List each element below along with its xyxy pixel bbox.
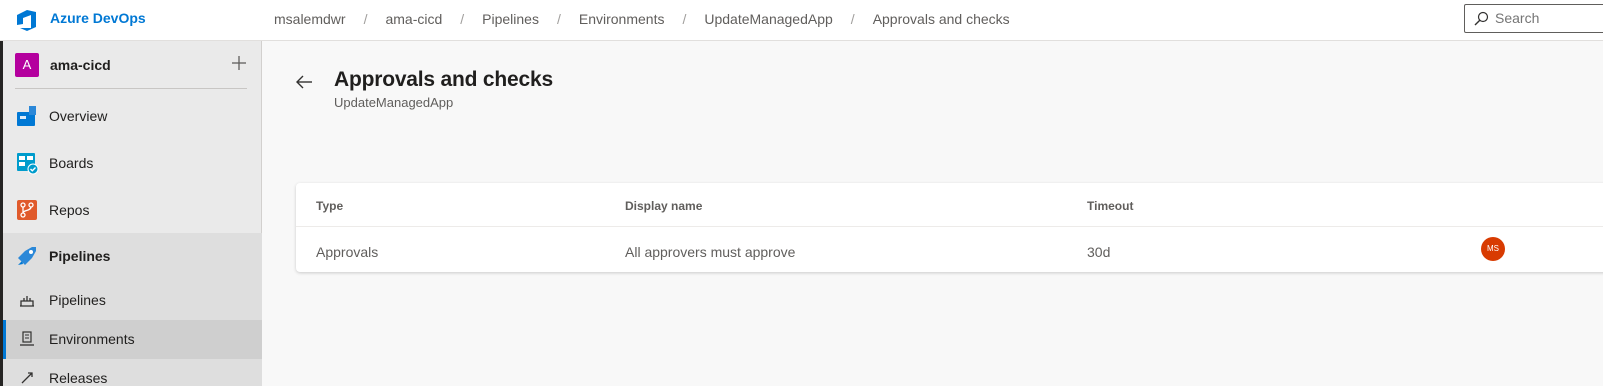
top-bar: Azure DevOps msalemdwr / ama-cicd / Pipe… [0, 0, 1603, 41]
repos-icon [17, 200, 37, 220]
breadcrumb-separator: / [850, 11, 855, 27]
breadcrumb-separator: / [556, 11, 561, 27]
breadcrumb: msalemdwr / ama-cicd / Pipelines / Envir… [274, 11, 1010, 27]
breadcrumb-current[interactable]: Approvals and checks [873, 11, 1010, 27]
breadcrumb-project[interactable]: ama-cicd [385, 11, 442, 27]
overview-icon [17, 106, 36, 126]
search-input[interactable] [1495, 10, 1595, 26]
sidebar-subitem-label: Releases [49, 370, 108, 386]
column-header-timeout[interactable]: Timeout [1087, 199, 1133, 213]
releases-icon [21, 372, 33, 384]
sidebar-subitem-releases[interactable]: Releases [3, 359, 262, 386]
breadcrumb-separator: / [363, 11, 368, 27]
selection-indicator [3, 320, 6, 359]
cell-type: Approvals [316, 244, 379, 260]
sidebar-item-repos[interactable]: Repos [3, 187, 262, 234]
avatar[interactable]: MS [1481, 237, 1505, 261]
page-subtitle: UpdateManagedApp [334, 95, 454, 110]
project-name[interactable]: ama-cicd [50, 57, 111, 73]
sidebar-item-label: Overview [49, 108, 108, 124]
divider [15, 88, 247, 89]
add-icon[interactable] [229, 53, 249, 73]
sidebar-item-overview[interactable]: Overview [3, 93, 262, 140]
sidebar-subitem-environments[interactable]: Environments [3, 320, 262, 359]
brand-name[interactable]: Azure DevOps [50, 10, 146, 26]
window-edge [0, 41, 3, 386]
sidebar-subitem-label: Environments [49, 331, 135, 347]
breadcrumb-environment[interactable]: UpdateManagedApp [704, 11, 832, 27]
column-header-display-name[interactable]: Display name [625, 199, 702, 213]
back-arrow-icon[interactable] [294, 72, 314, 92]
sidebar-item-label: Boards [49, 155, 94, 171]
breadcrumb-pipelines[interactable]: Pipelines [482, 11, 539, 27]
project-avatar: A [15, 53, 39, 77]
column-header-type[interactable]: Type [316, 199, 343, 213]
breadcrumb-environments[interactable]: Environments [579, 11, 665, 27]
sidebar-subitem-pipelines[interactable]: Pipelines [3, 281, 262, 320]
pipelines-group: Pipelines Pipelines Environments Release… [3, 233, 262, 386]
search-icon [1474, 11, 1489, 26]
environments-icon [20, 331, 34, 346]
project-header[interactable]: A ama-cicd [3, 41, 262, 89]
cell-display-name: All approvers must approve [625, 244, 796, 260]
sidebar-item-label: Repos [49, 202, 90, 218]
sidebar-item-boards[interactable]: Boards [3, 140, 262, 187]
page-title: Approvals and checks [334, 68, 553, 91]
sidebar-subitem-label: Pipelines [49, 292, 106, 308]
breadcrumb-organization[interactable]: msalemdwr [274, 11, 346, 27]
breadcrumb-separator: / [682, 11, 687, 27]
pipelines-icon [18, 247, 36, 265]
azure-devops-logo-icon[interactable] [14, 7, 40, 33]
sidebar-item-label: Pipelines [49, 248, 111, 264]
search-box[interactable] [1464, 4, 1603, 33]
pipeline-sub-icon [20, 296, 34, 307]
boards-icon [17, 153, 39, 175]
divider [296, 226, 1603, 227]
cell-timeout: 30d [1087, 244, 1111, 260]
sidebar-item-pipelines[interactable]: Pipelines [3, 233, 262, 280]
sidebar: A ama-cicd Overview Boards Repos Pipelin… [0, 41, 262, 386]
checks-table: Type Display name Timeout Approvals All … [296, 183, 1603, 272]
breadcrumb-separator: / [460, 11, 465, 27]
